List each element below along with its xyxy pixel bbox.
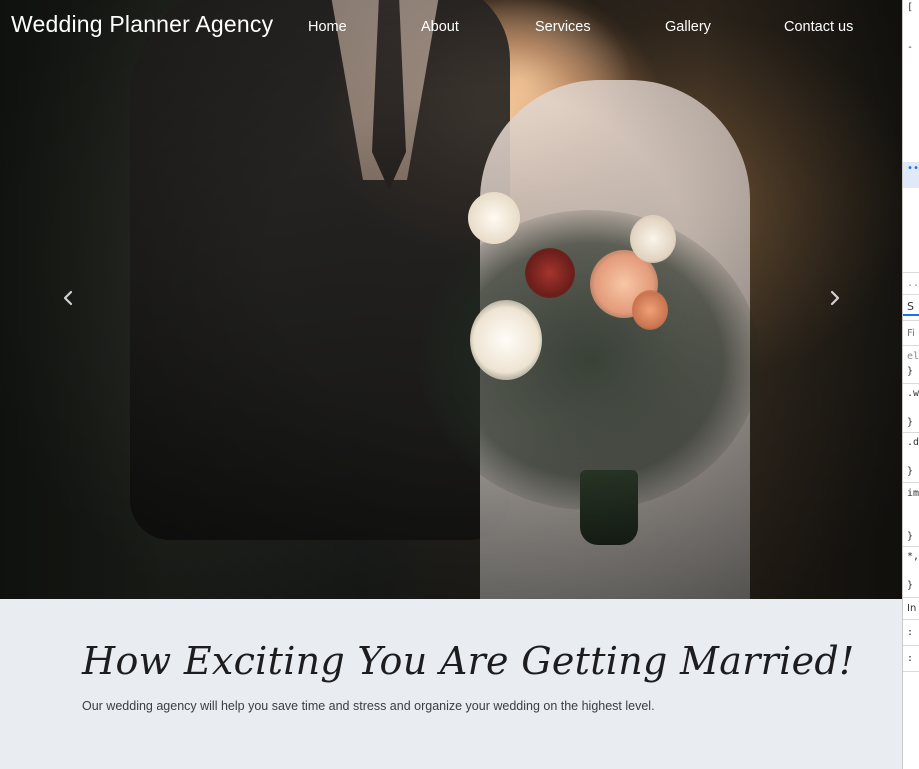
- devtools-divider: [903, 671, 919, 672]
- devtools-divider: [903, 383, 919, 384]
- devtools-line: }: [907, 417, 914, 428]
- devtools-divider: [903, 272, 919, 273]
- devtools-divider: [903, 345, 919, 346]
- hero-carousel: [0, 0, 902, 599]
- devtools-divider: [903, 645, 919, 646]
- nav-link-about[interactable]: About: [421, 19, 459, 35]
- devtools-line: [: [907, 2, 914, 13]
- intro-paragraph: Our wedding agency will help you save ti…: [82, 699, 655, 713]
- website: Wedding Planner Agency Home About Servic…: [0, 0, 902, 769]
- devtools-panel: [ - ••• .. S Fi el } .w } .d } im } *, }…: [902, 0, 919, 769]
- devtools-filter-input[interactable]: Fi: [907, 328, 915, 340]
- devtools-divider: [903, 432, 919, 433]
- devtools-divider: [903, 546, 919, 547]
- devtools-line: }: [907, 531, 914, 542]
- devtools-divider: [903, 320, 919, 321]
- devtools-divider: [903, 482, 919, 483]
- nav-link-services[interactable]: Services: [535, 19, 591, 35]
- devtools-line: In: [907, 603, 917, 614]
- devtools-tab-styles[interactable]: S: [907, 301, 914, 313]
- devtools-line: ..: [907, 278, 919, 289]
- devtools-line: -: [907, 42, 914, 53]
- carousel-next-button[interactable]: [825, 288, 845, 308]
- devtools-line: }: [907, 366, 914, 377]
- devtools-line: :: [907, 653, 914, 664]
- intro-heading: How Exciting You Are Getting Married!: [82, 639, 855, 683]
- nav-link-gallery[interactable]: Gallery: [665, 19, 711, 35]
- devtools-line: :: [907, 627, 914, 638]
- carousel-prev-button[interactable]: [58, 288, 78, 308]
- nav-link-contact[interactable]: Contact us: [784, 19, 853, 35]
- devtools-ellipsis-icon[interactable]: •••: [907, 163, 919, 175]
- devtools-divider: [903, 597, 919, 598]
- devtools-line: .d: [907, 437, 919, 448]
- browser-viewport: Wedding Planner Agency Home About Servic…: [0, 0, 919, 769]
- chevron-right-icon: [830, 290, 840, 306]
- devtools-divider: [903, 294, 919, 295]
- hero-vignette: [0, 0, 902, 599]
- devtools-tab-indicator: [903, 314, 919, 316]
- devtools-line: el: [907, 351, 919, 362]
- devtools-line: *,: [907, 551, 919, 562]
- navbar: Wedding Planner Agency Home About Servic…: [0, 0, 902, 56]
- nav-link-home[interactable]: Home: [308, 19, 347, 35]
- devtools-line: im: [907, 488, 919, 499]
- chevron-left-icon: [63, 290, 73, 306]
- brand-logo-link[interactable]: Wedding Planner Agency: [11, 11, 273, 38]
- devtools-line: }: [907, 466, 914, 477]
- intro-section: How Exciting You Are Getting Married! Ou…: [0, 599, 902, 769]
- devtools-line: .w: [907, 388, 919, 399]
- devtools-divider: [903, 619, 919, 620]
- devtools-line: }: [907, 580, 914, 591]
